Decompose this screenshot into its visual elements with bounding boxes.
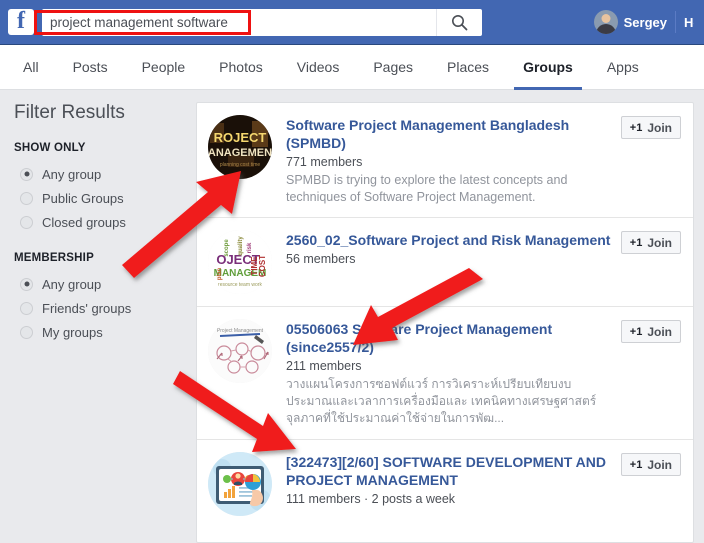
group-member-count: 111 members · 2 posts a week [286, 492, 456, 506]
join-button[interactable]: +1 Join [620, 116, 681, 139]
filter-group-membership: MEMBERSHIP Any group Friends' groups My … [14, 252, 196, 344]
facebook-top-bar: f Sergey Home [0, 0, 704, 45]
svg-text:Project Management: Project Management [217, 328, 264, 334]
tab-pages[interactable]: Pages [356, 45, 430, 89]
dark-word-cloud-avatar[interactable]: ROJECT ANAGEMEN planning cost time [208, 115, 272, 179]
group-member-count: 56 members [286, 252, 356, 266]
group-description: วางแผนโครงการซอฟต์แวร์ การวิเคราะห์เปรีย… [286, 377, 597, 425]
group-member-count: 771 members [286, 155, 363, 169]
join-button-label: Join [647, 235, 672, 250]
radio-button-icon [20, 277, 33, 291]
tab-photos[interactable]: Photos [202, 45, 280, 89]
join-button[interactable]: +1 Join [620, 231, 681, 254]
group-member-count: 211 members [286, 359, 362, 373]
filter-sidebar: Filter Results SHOW ONLY Any group Publi… [0, 102, 196, 543]
facebook-logo-icon[interactable]: f [8, 9, 34, 35]
search-icon [451, 14, 468, 31]
topbar-user-area: Sergey Home [593, 0, 696, 44]
radio-button-icon [20, 215, 33, 229]
group-title-link[interactable]: [322473][2/60] SOFTWARE DEVELOPMENT AND … [286, 453, 613, 489]
radio-label: Public Groups [42, 190, 124, 206]
page-title: Filter Results [14, 102, 125, 123]
result-details: Software Project Management Bangladesh (… [286, 115, 613, 205]
tab-people[interactable]: People [125, 45, 203, 89]
radio-show-only-closed-groups[interactable]: Closed groups [14, 210, 196, 234]
radio-label: Any group [42, 166, 102, 182]
topbar-divider [675, 11, 676, 33]
user-name-label[interactable]: Sergey [624, 15, 667, 30]
result-details: 2560_02_Software Project and Risk Manage… [286, 230, 613, 267]
search-submit-button[interactable] [436, 8, 482, 36]
filter-heading-show-only: SHOW ONLY [14, 142, 86, 154]
svg-text:resource team work: resource team work [218, 282, 262, 288]
result-details: 05506063 Software Project Management (si… [286, 319, 613, 427]
result-details: [322473][2/60] SOFTWARE DEVELOPMENT AND … [286, 452, 613, 507]
radio-show-only-any-group[interactable]: Any group [14, 162, 196, 186]
radio-membership-friends-groups[interactable]: Friends' groups [14, 296, 196, 320]
tab-places[interactable]: Places [430, 45, 506, 89]
svg-text:planning cost time: planning cost time [220, 162, 261, 168]
group-title-link[interactable]: Software Project Management Bangladesh (… [286, 116, 613, 152]
join-button-label: Join [647, 324, 672, 339]
radio-button-icon [20, 301, 33, 315]
radio-button-icon [20, 325, 33, 339]
svg-text:quality: quality [238, 236, 244, 256]
add-person-icon: +1 [629, 325, 643, 338]
list-item[interactable]: [322473][2/60] SOFTWARE DEVELOPMENT AND … [197, 440, 693, 528]
join-button-label: Join [647, 120, 672, 135]
group-title-link[interactable]: 05506063 Software Project Management (si… [286, 320, 613, 356]
svg-text:scope: scope [224, 239, 230, 257]
list-item[interactable]: ROJECT ANAGEMEN planning cost time Softw… [197, 103, 693, 218]
svg-text:ROJECT: ROJECT [214, 130, 267, 145]
radio-membership-any-group[interactable]: Any group [14, 272, 196, 296]
page-content: Filter Results SHOW ONLY Any group Publi… [0, 90, 704, 543]
radio-label: My groups [42, 324, 103, 340]
list-item[interactable]: Project Management 05506063 Software Pro… [197, 307, 693, 440]
avatar[interactable] [593, 10, 618, 34]
radio-label: Friends' groups [42, 300, 132, 316]
radio-membership-my-groups[interactable]: My groups [14, 320, 196, 344]
svg-text:ANAGEMEN: ANAGEMEN [208, 147, 272, 159]
tab-posts[interactable]: Posts [56, 45, 125, 89]
group-search-results-list: ROJECT ANAGEMEN planning cost time Softw… [196, 102, 694, 543]
light-word-cloud-avatar[interactable]: OJECT MANAGEM TIME COST scope quality ri… [208, 230, 272, 294]
tab-groups[interactable]: Groups [506, 45, 590, 90]
home-link[interactable]: Home [684, 15, 694, 30]
tab-videos[interactable]: Videos [280, 45, 357, 89]
search-filter-tabs: All Posts People Photos Videos Pages Pla… [0, 45, 704, 90]
svg-text:COST: COST [258, 255, 267, 277]
avatar-body [595, 24, 616, 34]
radio-label: Any group [42, 276, 102, 292]
list-item[interactable]: OJECT MANAGEM TIME COST scope quality ri… [197, 218, 693, 307]
add-person-icon: +1 [629, 458, 643, 471]
search-bar[interactable] [42, 8, 482, 36]
radio-show-only-public-groups[interactable]: Public Groups [14, 186, 196, 210]
tab-all[interactable]: All [6, 45, 56, 89]
filter-heading-membership: MEMBERSHIP [14, 252, 94, 264]
search-input[interactable] [42, 9, 432, 35]
group-title-link[interactable]: 2560_02_Software Project and Risk Manage… [286, 231, 613, 249]
add-person-icon: +1 [629, 121, 643, 134]
join-button-label: Join [647, 457, 672, 472]
svg-text:risk: risk [247, 242, 253, 253]
join-button[interactable]: +1 Join [620, 320, 681, 343]
join-button[interactable]: +1 Join [620, 453, 681, 476]
radio-button-icon [20, 167, 33, 181]
avatar-head [601, 14, 611, 23]
filter-group-show-only: SHOW ONLY Any group Public Groups Closed… [14, 142, 196, 234]
tablet-analytics-avatar[interactable] [208, 452, 272, 516]
radio-label: Closed groups [42, 214, 126, 230]
radio-button-icon [20, 191, 33, 205]
diagram-whiteboard-avatar[interactable]: Project Management [208, 319, 272, 383]
svg-text:plan: plan [217, 268, 223, 281]
group-description: SPMBD is trying to explore the latest co… [286, 173, 568, 204]
tab-apps[interactable]: Apps [590, 45, 656, 89]
add-person-icon: +1 [629, 236, 643, 249]
